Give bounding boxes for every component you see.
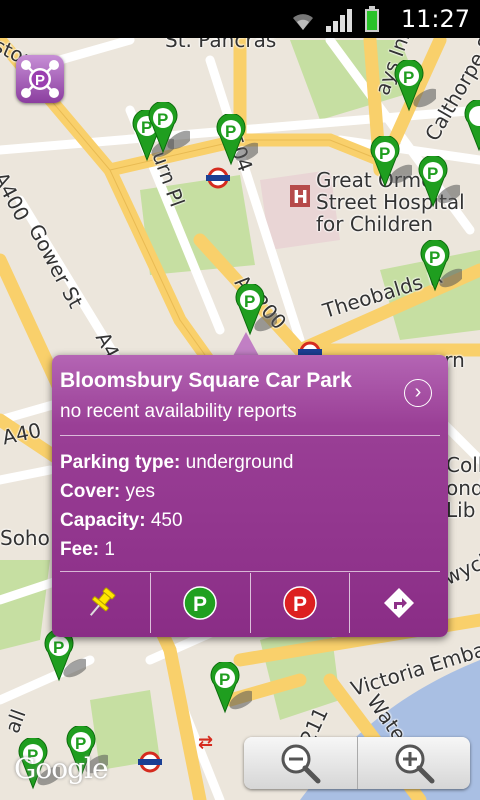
zoom-controls — [244, 737, 470, 789]
svg-text:P: P — [75, 734, 86, 753]
zoom-out-button[interactable] — [244, 737, 358, 789]
svg-text:H: H — [293, 187, 308, 208]
clock: 11:27 — [400, 5, 470, 33]
detail-label: Capacity: — [60, 510, 146, 531]
map-label-hospital-line2: for Children — [316, 212, 434, 236]
detail-value: 1 — [104, 539, 115, 560]
svg-text:⇄: ⇄ — [198, 732, 213, 753]
parking-marker[interactable]: P — [392, 58, 439, 114]
status-icons — [290, 6, 380, 32]
wifi-icon — [293, 14, 313, 30]
detail-fee: Fee: 1 — [60, 539, 115, 561]
parking-green-icon: P — [183, 586, 218, 620]
detail-value: underground — [185, 452, 294, 473]
pin-button[interactable] — [52, 573, 152, 633]
svg-text:P: P — [244, 292, 255, 311]
parking-network-icon: P — [21, 60, 59, 98]
pin-icon — [90, 587, 116, 616]
popup-actions: P P — [52, 573, 448, 633]
battery-icon — [365, 6, 379, 32]
svg-text:P: P — [293, 593, 307, 616]
google-logo: Google — [14, 752, 109, 785]
map-label-st-pancras: St. Pancras — [165, 38, 277, 52]
popup-divider — [60, 571, 440, 572]
detail-parking-type: Parking type: underground — [60, 452, 293, 474]
detail-label: Fee: — [60, 539, 100, 560]
parking-red-icon: P — [282, 586, 317, 620]
map-label-soho: Soho — [0, 526, 50, 550]
detail-cover: Cover: yes — [60, 481, 155, 503]
report-full-button[interactable]: P — [251, 573, 350, 633]
parking-marker[interactable]: P — [208, 660, 255, 716]
svg-text:P: P — [427, 164, 438, 183]
detail-value: yes — [125, 481, 156, 502]
map-label-coll1: Coll — [446, 453, 480, 477]
detail-value: 450 — [150, 510, 183, 531]
detail-label: Parking type: — [60, 452, 181, 473]
status-bar: 11:27 — [0, 0, 480, 38]
app-logo-button[interactable]: P — [16, 55, 64, 103]
detail-label: Cover: — [60, 481, 121, 502]
directions-icon — [383, 588, 414, 618]
directions-button[interactable] — [350, 573, 448, 633]
map-label-coll3: Lib — [446, 498, 476, 522]
detail-capacity: Capacity: 450 — [60, 510, 183, 532]
svg-text:P: P — [429, 248, 440, 267]
popup-title: Bloomsbury Square Car Park — [60, 369, 352, 392]
svg-text:P: P — [225, 122, 236, 141]
popup-divider — [60, 435, 440, 436]
map-label-coll2: ondo — [446, 476, 480, 500]
signal-icon — [326, 9, 352, 32]
parking-marker[interactable]: P — [42, 628, 89, 684]
svg-text:P: P — [219, 670, 230, 689]
parking-marker[interactable]: P — [214, 112, 261, 168]
zoom-out-icon — [281, 744, 321, 784]
parking-marker[interactable]: P — [146, 100, 193, 156]
svg-text:P: P — [157, 110, 168, 129]
parking-marker[interactable]: P — [416, 154, 463, 210]
details-chevron-icon[interactable]: › — [404, 379, 432, 407]
parking-marker[interactable] — [462, 98, 480, 154]
svg-text:P: P — [379, 144, 390, 163]
zoom-in-button[interactable] — [358, 737, 471, 789]
report-available-button[interactable]: P — [151, 573, 251, 633]
svg-text:P: P — [403, 68, 414, 87]
zoom-in-icon — [395, 744, 435, 784]
parking-marker[interactable]: P — [418, 238, 465, 294]
popup-subtitle: no recent availability reports — [60, 401, 297, 422]
svg-text:P: P — [53, 638, 64, 657]
svg-text:P: P — [35, 72, 45, 89]
car-park-info-popup: Bloomsbury Square Car Park no recent ava… — [52, 355, 448, 637]
parking-marker[interactable]: P — [368, 134, 415, 190]
parking-marker-selected[interactable]: P — [233, 282, 280, 338]
svg-text:P: P — [193, 593, 207, 616]
